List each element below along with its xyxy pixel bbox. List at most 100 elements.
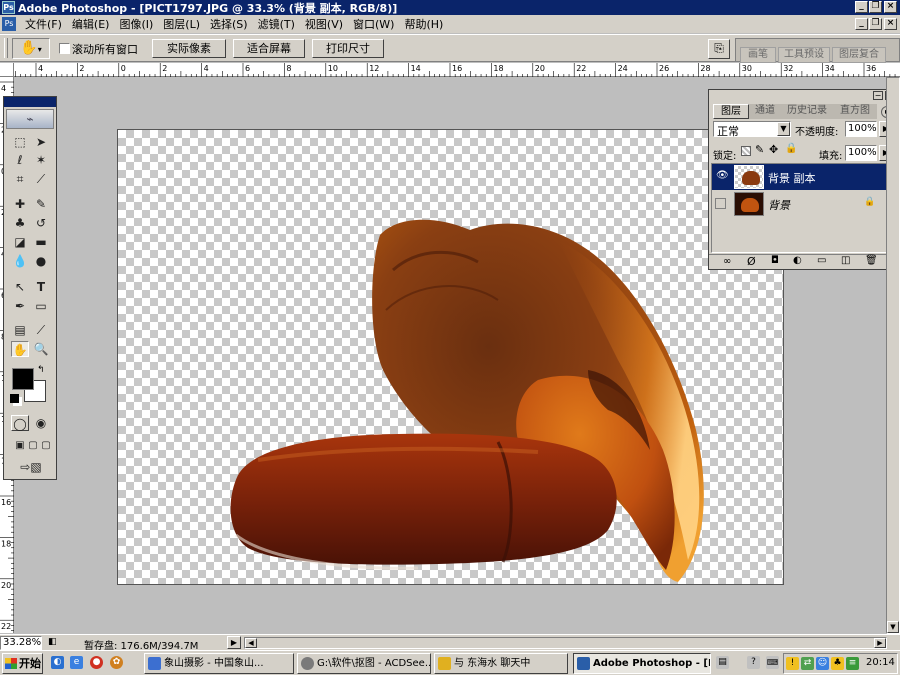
jump-to-imageready-icon[interactable]: ⇨▧ <box>11 459 51 475</box>
eye-icon[interactable]: 👁 <box>716 170 729 181</box>
hand-tool-icon[interactable]: ✋ <box>11 341 29 357</box>
keyboard-icon[interactable]: ⌨ <box>766 656 779 669</box>
fit-screen-button[interactable]: 适合屏幕 <box>233 39 305 58</box>
well-tab-brushes[interactable]: 画笔 <box>740 47 776 63</box>
tab-history[interactable]: 历史记录 <box>781 104 833 119</box>
full-screen-mode-icon[interactable]: ▢ <box>37 438 55 454</box>
menu-file[interactable]: 文件(F) <box>20 16 67 32</box>
shape-tool-icon[interactable]: ▭ <box>32 298 50 314</box>
marquee-tool-icon[interactable]: ⬚ <box>11 134 29 150</box>
restore-button[interactable]: ❐ <box>869 1 882 13</box>
swap-colors-icon[interactable]: ↰ <box>37 365 45 375</box>
default-colors-icon[interactable] <box>10 394 19 403</box>
standard-mode-icon[interactable]: ◯ <box>11 415 29 431</box>
layer-row-background[interactable]: 背景 🔒 <box>712 191 894 217</box>
menu-layer[interactable]: 图层(L) <box>158 16 205 32</box>
menu-filter[interactable]: 滤镜(T) <box>253 16 300 32</box>
task-button-chat[interactable]: 与 东海水 聊天中 <box>434 653 568 674</box>
menu-window[interactable]: 窗口(W) <box>348 16 399 32</box>
tray-app-icon[interactable]: ≡ <box>846 657 859 670</box>
well-tab-tool-presets[interactable]: 工具预设 <box>778 47 830 63</box>
minimize-button[interactable]: _ <box>855 1 868 13</box>
type-tool-icon[interactable]: T <box>32 279 50 295</box>
notes-tool-icon[interactable]: ▤ <box>11 322 29 338</box>
blur-tool-icon[interactable]: 💧 <box>11 253 29 269</box>
hand-tool-preset-picker[interactable]: ✋▾ <box>12 38 50 59</box>
tray-messenger-icon[interactable]: ☺ <box>816 657 829 670</box>
print-size-button[interactable]: 打印尺寸 <box>312 39 384 58</box>
actual-pixels-button[interactable]: 实际像素 <box>152 39 226 58</box>
lock-transparency-icon[interactable] <box>741 146 751 156</box>
scroll-left-icon[interactable]: ◀ <box>245 638 257 648</box>
eyedropper-tool-icon[interactable]: ⟋ <box>32 322 50 338</box>
tab-channels[interactable]: 通道 <box>749 104 781 119</box>
document-canvas[interactable] <box>117 129 784 585</box>
tray-network-icon[interactable]: ⇄ <box>801 657 814 670</box>
brush-tool-icon[interactable]: ✎ <box>32 196 50 212</box>
new-layer-icon[interactable]: ◫ <box>841 255 850 266</box>
fill-field[interactable]: 100% <box>845 145 877 161</box>
doc-close-button[interactable]: × <box>884 18 897 30</box>
scroll-down-icon[interactable]: ▼ <box>887 621 899 633</box>
close-button[interactable]: × <box>884 1 897 13</box>
start-button[interactable]: 开始 <box>2 653 43 674</box>
healing-brush-tool-icon[interactable]: ✚ <box>11 196 29 212</box>
quicklaunch-ie-icon[interactable]: e <box>70 656 83 669</box>
scroll-right-icon[interactable]: ▶ <box>874 638 886 648</box>
feather-logo-icon[interactable]: ⌁ <box>6 109 54 129</box>
lock-position-icon[interactable]: ✥ <box>769 143 778 156</box>
tray-alert-icon[interactable]: ! <box>786 657 799 670</box>
scratch-icon[interactable]: ◧ <box>48 637 57 647</box>
doc-restore-button[interactable]: ❐ <box>869 18 882 30</box>
layer-style-icon[interactable]: Ø <box>747 255 756 268</box>
crop-tool-icon[interactable]: ⌗ <box>11 171 29 187</box>
gradient-tool-icon[interactable]: ▬ <box>32 234 50 250</box>
opacity-field[interactable]: 100% <box>845 121 877 137</box>
visibility-box[interactable] <box>715 198 726 209</box>
doc-minimize-button[interactable]: _ <box>855 18 868 30</box>
eraser-tool-icon[interactable]: ◪ <box>11 234 29 250</box>
blend-mode-select[interactable]: 正常 ▼ <box>713 121 791 138</box>
help-icon[interactable]: ? <box>747 656 760 669</box>
quicklaunch-app-icon[interactable]: ✿ <box>110 656 123 669</box>
options-grip[interactable] <box>4 38 8 58</box>
foreground-color-swatch[interactable] <box>12 368 34 390</box>
menu-view[interactable]: 视图(V) <box>300 16 348 32</box>
tray-qq-icon[interactable]: ♣ <box>831 657 844 670</box>
dodge-tool-icon[interactable]: ● <box>32 253 50 269</box>
task-button-browser[interactable]: 象山摄影 - 中国象山... <box>144 653 294 674</box>
trash-icon[interactable]: 🗑 <box>865 255 878 266</box>
zoom-field[interactable]: 33.28% <box>0 636 42 650</box>
new-group-icon[interactable]: ▭ <box>817 255 826 266</box>
lasso-tool-icon[interactable]: ℓ <box>11 152 29 168</box>
quicklaunch-media-icon[interactable]: ● <box>90 656 103 669</box>
lock-all-icon[interactable]: 🔒 <box>785 143 797 154</box>
add-mask-icon[interactable]: ◘ <box>771 255 779 266</box>
palette-minimize-icon[interactable]: − <box>873 91 883 100</box>
clone-stamp-tool-icon[interactable]: ♣ <box>11 215 29 231</box>
layers-palette-title[interactable]: − × <box>709 90 896 102</box>
magic-wand-tool-icon[interactable]: ✶ <box>32 152 50 168</box>
move-tool-icon[interactable]: ➤ <box>32 134 50 150</box>
adjustment-layer-icon[interactable]: ◐ <box>793 255 802 266</box>
zoom-tool-icon[interactable]: 🔍 <box>32 341 50 357</box>
docs-icon[interactable]: ▤ <box>716 656 729 669</box>
tab-layers[interactable]: 图层 <box>713 104 749 119</box>
layer-row-background-copy[interactable]: 👁 背景 副本 <box>712 164 894 190</box>
ruler-origin[interactable] <box>0 63 14 77</box>
status-menu-button[interactable]: ▶ <box>227 636 241 649</box>
lock-image-icon[interactable]: ✎ <box>755 143 764 156</box>
pen-tool-icon[interactable]: ✒ <box>11 298 29 314</box>
tab-histogram[interactable]: 直方图 <box>833 104 877 119</box>
quicklaunch-desktop-icon[interactable]: ◐ <box>51 656 64 669</box>
task-button-photoshop[interactable]: Adobe Photoshop - [PIC... <box>573 653 711 674</box>
vertical-scrollbar[interactable]: ▼ <box>886 77 900 634</box>
quick-mask-icon[interactable]: ◉ <box>32 415 50 431</box>
toolbox-title-bar[interactable] <box>4 97 56 107</box>
document-icon[interactable]: Ps <box>2 17 16 31</box>
menu-select[interactable]: 选择(S) <box>205 16 253 32</box>
slice-tool-icon[interactable]: ⟋ <box>32 171 50 187</box>
menu-image[interactable]: 图像(I) <box>114 16 158 32</box>
menu-help[interactable]: 帮助(H) <box>399 16 448 32</box>
horizontal-scrollbar[interactable]: ◀ ▶ <box>244 637 887 649</box>
